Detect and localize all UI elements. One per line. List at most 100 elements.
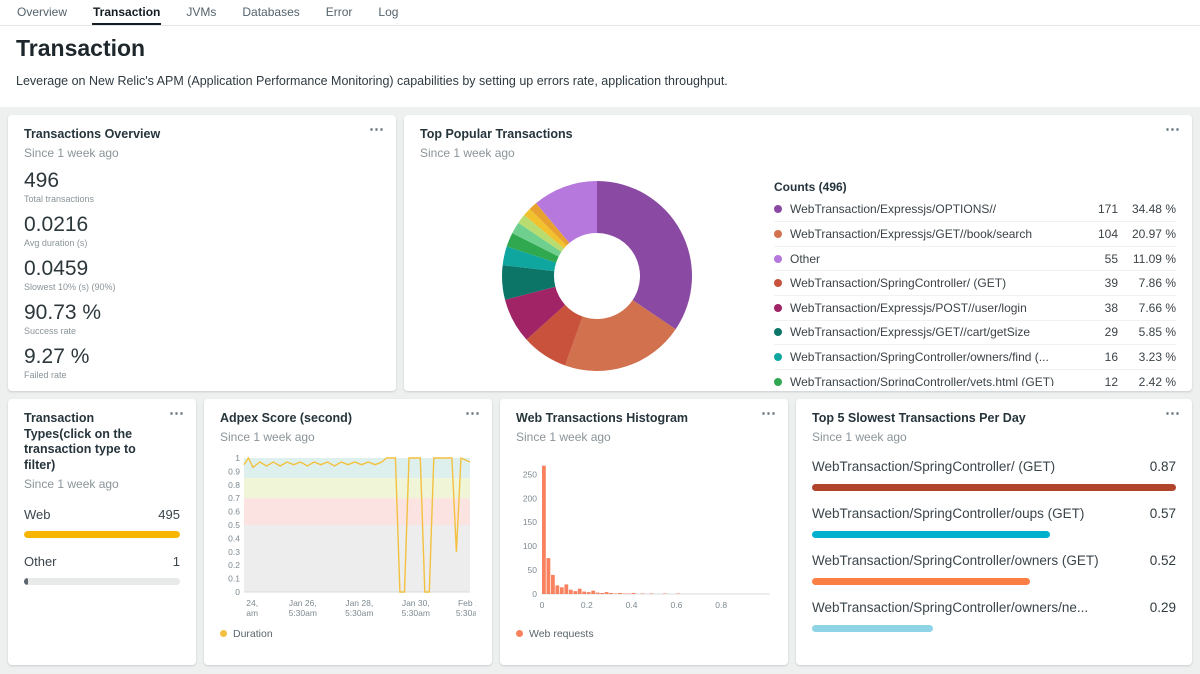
histogram-bar[interactable]	[663, 593, 667, 594]
type-row[interactable]: Web495	[24, 507, 180, 538]
legend-dot	[774, 205, 782, 213]
legend-label: WebTransaction/Expressjs/GET//cart/getSi…	[790, 325, 1084, 339]
type-row[interactable]: Other1	[24, 554, 180, 585]
legend-percent: 34.48 %	[1118, 202, 1176, 216]
histogram-bar[interactable]	[605, 592, 609, 594]
type-rows: Web495 Other1	[24, 507, 180, 585]
legend-label: WebTransaction/Expressjs/POST//user/logi…	[790, 301, 1084, 315]
slow-transaction-row[interactable]: WebTransaction/SpringController/ (GET) 0.…	[812, 459, 1176, 491]
metric: 90.73 %Success rate	[24, 301, 380, 336]
card-menu-icon[interactable]: ⋯	[1165, 405, 1180, 423]
slow-value: 0.52	[1150, 553, 1176, 568]
page-title: Transaction	[16, 34, 1184, 62]
x-tick-label: Feb 1,5:30am	[456, 598, 476, 618]
card-menu-icon[interactable]: ⋯	[1165, 121, 1180, 139]
slow-value: 0.87	[1150, 459, 1176, 474]
tab-jvms[interactable]: JVMs	[185, 1, 217, 25]
legend-percent: 11.09 %	[1118, 252, 1176, 266]
histogram-bar[interactable]	[573, 591, 577, 594]
histogram-bar[interactable]	[676, 593, 680, 594]
y-tick-label: 100	[523, 541, 537, 551]
legend-percent: 7.66 %	[1118, 301, 1176, 315]
adpex-line-chart: 00.10.20.30.40.50.60.70.80.9124,amJan 26…	[220, 452, 476, 624]
popular-legend-rows: WebTransaction/Expressjs/OPTIONS//17134.…	[774, 198, 1176, 386]
slow-line: WebTransaction/SpringController/oups (GE…	[812, 506, 1176, 521]
histogram-bar[interactable]	[632, 593, 636, 594]
web-requests-legend-label: Web requests	[529, 628, 594, 640]
overview-metrics: 496Total transactions0.0216Avg duration …	[24, 169, 380, 380]
histogram-bar[interactable]	[609, 593, 613, 594]
legend-row[interactable]: WebTransaction/Expressjs/POST//user/logi…	[774, 296, 1176, 321]
adpex-legend[interactable]: Duration	[220, 628, 476, 640]
page-header: Transaction Leverage on New Relic's APM …	[0, 26, 1200, 107]
legend-row[interactable]: WebTransaction/Expressjs/OPTIONS//17134.…	[774, 198, 1176, 223]
card-subtitle: Since 1 week ago	[420, 146, 1176, 160]
histogram-bar[interactable]	[591, 590, 595, 593]
histogram-bar[interactable]	[582, 591, 586, 593]
histogram-bar[interactable]	[596, 592, 600, 593]
card-menu-icon[interactable]: ⋯	[465, 405, 480, 423]
histogram-bar[interactable]	[560, 587, 564, 594]
tab-transaction[interactable]: Transaction	[92, 1, 161, 25]
histogram-bar[interactable]	[555, 585, 559, 594]
y-tick-label: 0.5	[228, 520, 240, 530]
legend-row[interactable]: WebTransaction/Expressjs/GET//book/searc…	[774, 222, 1176, 247]
histogram-bar[interactable]	[542, 465, 546, 593]
slow-transaction-row[interactable]: WebTransaction/SpringController/owners (…	[812, 553, 1176, 585]
histogram-chart: 05010015020025000.20.40.60.8	[516, 452, 772, 624]
card-subtitle: Since 1 week ago	[24, 477, 180, 491]
y-tick-label: 0.6	[228, 506, 240, 516]
tab-overview[interactable]: Overview	[16, 1, 68, 25]
legend-row[interactable]: WebTransaction/SpringController/vets.htm…	[774, 370, 1176, 386]
apdex-band	[244, 458, 470, 478]
legend-row[interactable]: WebTransaction/SpringController/owners/f…	[774, 345, 1176, 370]
type-bar-fill	[24, 578, 28, 585]
card-subtitle: Since 1 week ago	[220, 430, 476, 444]
type-bar-fill	[24, 531, 180, 538]
histogram-bar[interactable]	[600, 593, 604, 594]
histogram-bar[interactable]	[569, 589, 573, 593]
metric: 0.0216Avg duration (s)	[24, 213, 380, 248]
histogram-bar[interactable]	[614, 593, 618, 594]
duration-legend-dot	[220, 630, 227, 637]
metric-value: 0.0459	[24, 257, 380, 281]
histogram-legend[interactable]: Web requests	[516, 628, 772, 640]
legend-row[interactable]: Other5511.09 %	[774, 247, 1176, 272]
card-menu-icon[interactable]: ⋯	[761, 405, 776, 423]
histogram-bar[interactable]	[551, 575, 555, 594]
slow-label: WebTransaction/SpringController/owners (…	[812, 553, 1099, 568]
card-menu-icon[interactable]: ⋯	[369, 121, 384, 139]
histogram-bar[interactable]	[623, 593, 627, 594]
legend-dot	[774, 378, 782, 386]
tab-error[interactable]: Error	[325, 1, 354, 25]
legend-row[interactable]: WebTransaction/Expressjs/GET//cart/getSi…	[774, 321, 1176, 346]
slow-transaction-row[interactable]: WebTransaction/SpringController/owners/n…	[812, 600, 1176, 632]
histogram-bar[interactable]	[547, 558, 551, 594]
histogram-bar[interactable]	[587, 592, 591, 594]
histogram-bar[interactable]	[641, 593, 645, 594]
histogram-bar[interactable]	[564, 584, 568, 594]
histogram-bar[interactable]	[627, 593, 631, 594]
donut-segment[interactable]	[597, 181, 692, 329]
y-tick-label: 1	[235, 453, 240, 463]
histogram-bar[interactable]	[618, 593, 622, 594]
top-5-slowest-card: Top 5 Slowest Transactions Per Day Since…	[796, 399, 1192, 665]
card-menu-icon[interactable]: ⋯	[169, 405, 184, 423]
y-tick-label: 150	[523, 517, 537, 527]
histogram-bar[interactable]	[650, 593, 654, 594]
legend-row[interactable]: WebTransaction/SpringController/ (GET)39…	[774, 271, 1176, 296]
metric-value: 0.0216	[24, 213, 380, 237]
slow-label: WebTransaction/SpringController/owners/n…	[812, 600, 1088, 615]
tab-databases[interactable]: Databases	[241, 1, 300, 25]
type-value: 1	[173, 554, 180, 569]
tab-log[interactable]: Log	[377, 1, 399, 25]
slow-label: WebTransaction/SpringController/ (GET)	[812, 459, 1055, 474]
histogram-bar[interactable]	[578, 588, 582, 593]
x-tick-label: 24,am	[246, 598, 258, 618]
legend-dot	[774, 328, 782, 336]
slow-transaction-row[interactable]: WebTransaction/SpringController/oups (GE…	[812, 506, 1176, 538]
legend-label: WebTransaction/Expressjs/GET//book/searc…	[790, 227, 1084, 241]
card-title: Web Transactions Histogram	[516, 411, 772, 427]
transaction-types-card: Transaction Types(click on the transacti…	[8, 399, 196, 665]
y-tick-label: 0	[532, 589, 537, 599]
